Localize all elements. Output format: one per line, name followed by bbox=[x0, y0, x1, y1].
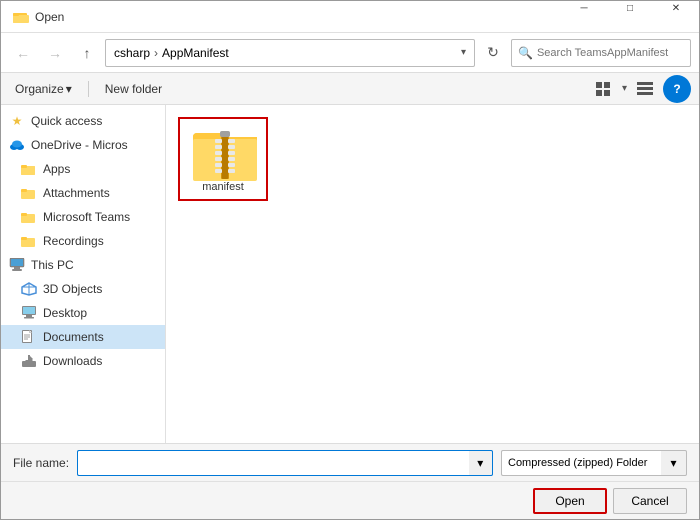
search-icon: 🔍 bbox=[518, 46, 533, 60]
cancel-button[interactable]: Cancel bbox=[613, 488, 687, 514]
attachments-label: Attachments bbox=[43, 186, 110, 200]
title-bar: Open ─ □ ✕ bbox=[1, 1, 699, 33]
file-type-select[interactable]: Compressed (zipped) Folder bbox=[501, 450, 661, 476]
title-controls: ─ □ ✕ bbox=[549, 1, 687, 33]
sidebar-item-desktop[interactable]: Desktop bbox=[1, 301, 165, 325]
content-area: ★ Quick access OneDrive - Micros bbox=[1, 105, 699, 443]
file-name-input-wrap: ▾ bbox=[77, 450, 493, 476]
search-input[interactable] bbox=[537, 47, 684, 59]
recordings-label: Recordings bbox=[43, 234, 104, 248]
view-list-button[interactable] bbox=[631, 77, 659, 101]
3d-objects-label: 3D Objects bbox=[43, 282, 102, 296]
sidebar-item-recordings[interactable]: Recordings bbox=[1, 229, 165, 253]
title-bar-left: Open bbox=[13, 9, 64, 25]
sidebar-item-apps[interactable]: Apps bbox=[1, 157, 165, 181]
organize-label: Organize bbox=[15, 82, 64, 96]
help-label: ? bbox=[673, 82, 680, 96]
view-icon-button[interactable] bbox=[590, 77, 618, 101]
minimize-button[interactable]: ─ bbox=[561, 0, 607, 25]
nav-bar: ← → ↑ csharp › AppManifest ▾ ↻ 🔍 bbox=[1, 33, 699, 73]
sidebar-item-this-pc[interactable]: This PC bbox=[1, 253, 165, 277]
thispc-label: This PC bbox=[31, 258, 74, 272]
toolbar-right: ▾ ? bbox=[590, 75, 691, 103]
apps-folder-icon bbox=[21, 161, 37, 177]
bottom-row2: Open Cancel bbox=[1, 481, 699, 519]
help-button[interactable]: ? bbox=[663, 75, 691, 103]
desktop-icon bbox=[21, 305, 37, 321]
attachments-folder-icon bbox=[21, 185, 37, 201]
bottom-section: File name: ▾ Compressed (zipped) Folder … bbox=[1, 443, 699, 519]
onedrive-icon bbox=[9, 137, 25, 153]
breadcrumb-item-root: csharp bbox=[114, 46, 150, 60]
organize-arrow: ▾ bbox=[66, 82, 72, 96]
sidebar-item-quick-access[interactable]: ★ Quick access bbox=[1, 109, 165, 133]
main-file-area: manifest bbox=[166, 105, 699, 443]
breadcrumb[interactable]: csharp › AppManifest ▾ bbox=[105, 39, 475, 67]
file-type-label: Compressed (zipped) Folder bbox=[508, 457, 647, 469]
organize-button[interactable]: Organize ▾ bbox=[9, 80, 78, 98]
zip-folder-svg bbox=[193, 125, 257, 181]
quick-access-label: Quick access bbox=[31, 114, 102, 128]
teams-folder-icon bbox=[21, 209, 37, 225]
new-folder-button[interactable]: New folder bbox=[99, 80, 168, 98]
quick-access-icon: ★ bbox=[9, 113, 25, 129]
view-list-icon bbox=[637, 82, 653, 96]
up-button[interactable]: ↑ bbox=[73, 39, 101, 67]
sidebar-item-documents[interactable]: Documents bbox=[1, 325, 165, 349]
open-button[interactable]: Open bbox=[533, 488, 607, 514]
sidebar-item-onedrive[interactable]: OneDrive - Micros bbox=[1, 133, 165, 157]
file-type-dropdown[interactable]: ▾ bbox=[661, 450, 687, 476]
documents-label: Documents bbox=[43, 330, 104, 344]
breadcrumb-dropdown-icon: ▾ bbox=[461, 47, 466, 58]
teams-label: Microsoft Teams bbox=[43, 210, 130, 224]
open-dialog: Open ─ □ ✕ ← → ↑ csharp › AppManifest ▾ … bbox=[0, 0, 700, 520]
toolbar-separator bbox=[88, 81, 89, 97]
desktop-label: Desktop bbox=[43, 306, 87, 320]
sidebar-item-3d-objects[interactable]: 3D Objects bbox=[1, 277, 165, 301]
toolbar: Organize ▾ New folder ▾ bbox=[1, 73, 699, 105]
breadcrumb-item-current: AppManifest bbox=[162, 46, 229, 60]
documents-icon bbox=[21, 329, 37, 345]
apps-label: Apps bbox=[43, 162, 70, 176]
forward-button[interactable]: → bbox=[41, 39, 69, 67]
file-name-input[interactable] bbox=[77, 450, 468, 476]
new-folder-label: New folder bbox=[105, 82, 162, 96]
sidebar: ★ Quick access OneDrive - Micros bbox=[1, 105, 166, 443]
downloads-icon bbox=[21, 353, 37, 369]
onedrive-label: OneDrive - Micros bbox=[31, 138, 128, 152]
refresh-button[interactable]: ↻ bbox=[479, 39, 507, 67]
window-title: Open bbox=[35, 10, 64, 24]
window-icon bbox=[13, 9, 29, 25]
back-button[interactable]: ← bbox=[9, 39, 37, 67]
bottom-row1: File name: ▾ Compressed (zipped) Folder … bbox=[1, 443, 699, 481]
file-item-label: manifest bbox=[202, 181, 244, 193]
close-button[interactable]: ✕ bbox=[653, 0, 699, 25]
recordings-folder-icon bbox=[21, 233, 37, 249]
zip-folder-icon bbox=[193, 125, 253, 177]
file-name-label: File name: bbox=[13, 456, 69, 470]
file-type-select-wrap: Compressed (zipped) Folder ▾ bbox=[501, 450, 687, 476]
thispc-icon bbox=[9, 257, 25, 273]
file-name-dropdown-icon: ▾ bbox=[477, 456, 483, 470]
file-item-manifest[interactable]: manifest bbox=[178, 117, 268, 201]
file-name-dropdown[interactable]: ▾ bbox=[469, 450, 493, 476]
view-grid-icon bbox=[596, 82, 612, 96]
view-dropdown-icon: ▾ bbox=[622, 83, 627, 94]
search-box: 🔍 bbox=[511, 39, 691, 67]
maximize-button[interactable]: □ bbox=[607, 0, 653, 25]
sidebar-item-microsoft-teams[interactable]: Microsoft Teams bbox=[1, 205, 165, 229]
3d-objects-icon bbox=[21, 281, 37, 297]
sidebar-item-downloads[interactable]: Downloads bbox=[1, 349, 165, 373]
downloads-label: Downloads bbox=[43, 354, 102, 368]
breadcrumb-sep1: › bbox=[154, 46, 158, 60]
sidebar-item-attachments[interactable]: Attachments bbox=[1, 181, 165, 205]
file-type-dropdown-icon: ▾ bbox=[670, 456, 676, 470]
